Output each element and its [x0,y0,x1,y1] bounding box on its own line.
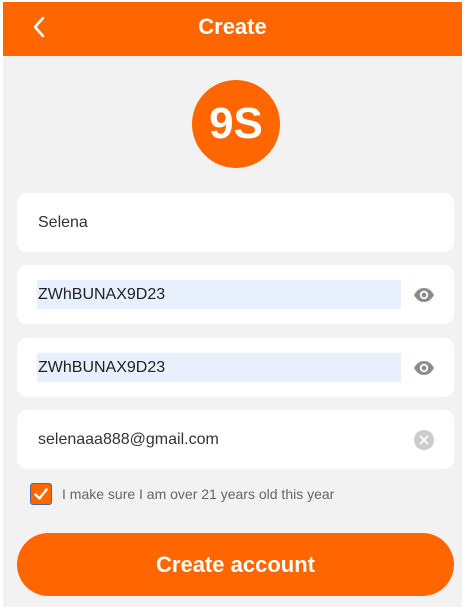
create-account-button[interactable]: Create account [17,533,454,596]
username-field[interactable]: Selena [17,193,454,252]
app-logo: 9S [192,80,280,168]
eye-icon[interactable] [413,287,435,303]
email-field[interactable]: selenaaa888@gmail.com [17,410,454,469]
password-field[interactable]: ZWhBUNAX9D23 [17,265,454,324]
age-confirmation-label: I make sure I am over 21 years old this … [62,486,335,502]
checkmark-icon [34,488,48,500]
app-screen: Create 9S Selena ZWhBUNAX9D23 ZWhBUNAX9D… [3,2,462,607]
confirm-password-field[interactable]: ZWhBUNAX9D23 [17,338,454,397]
username-value: Selena [38,213,88,231]
eye-icon[interactable] [413,360,435,376]
age-checkbox[interactable] [30,483,52,505]
page-title: Create [198,14,267,39]
header-bar: Create [3,2,462,56]
password-value: ZWhBUNAX9D23 [37,280,401,309]
confirm-password-value: ZWhBUNAX9D23 [37,353,401,382]
email-value: selenaaa888@gmail.com [38,430,219,448]
clear-icon[interactable] [414,429,434,450]
